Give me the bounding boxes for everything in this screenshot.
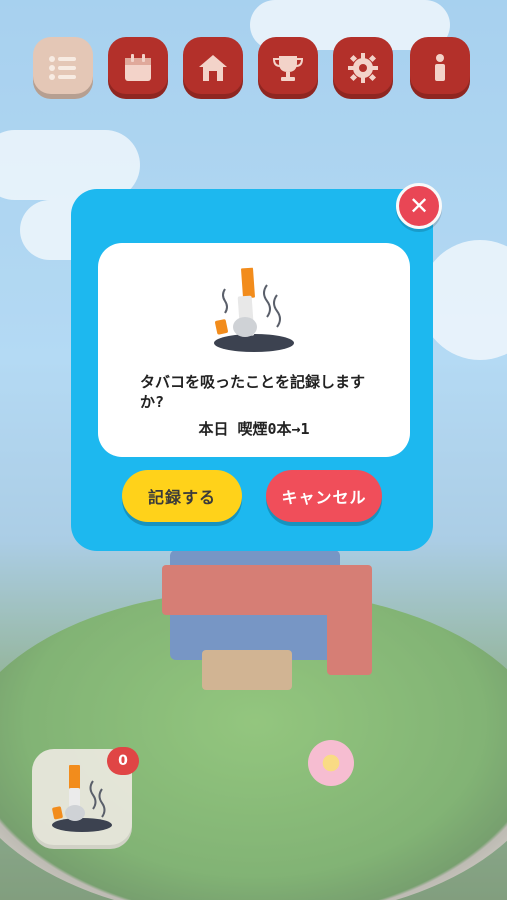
calendar-button[interactable] [108, 37, 168, 99]
dialog-message: タバコを吸ったことを記録しますか? [140, 373, 366, 411]
cigarette-in-ashtray-icon [52, 765, 112, 832]
settings-button[interactable] [333, 37, 393, 99]
gear-icon [348, 53, 378, 83]
home-icon [199, 55, 227, 81]
home-button[interactable] [183, 37, 243, 99]
list-icon [49, 56, 76, 80]
smoke-count-badge: 0 [107, 747, 139, 775]
cigarette-in-ashtray-icon [214, 267, 294, 352]
today-count-text: 本日 喫煙0本→1 [198, 420, 310, 438]
info-icon [435, 54, 445, 81]
top-toolbar [0, 0, 507, 110]
close-button[interactable]: ✕ [396, 183, 442, 229]
menu-button[interactable] [33, 37, 93, 99]
trophy-button[interactable] [258, 37, 318, 99]
close-icon: ✕ [408, 192, 430, 220]
info-button[interactable] [410, 37, 470, 99]
record-button[interactable]: 記録する [122, 470, 242, 522]
calendar-icon [125, 54, 151, 81]
trophy-icon [272, 56, 304, 81]
cancel-button[interactable]: キャンセル [266, 470, 382, 522]
